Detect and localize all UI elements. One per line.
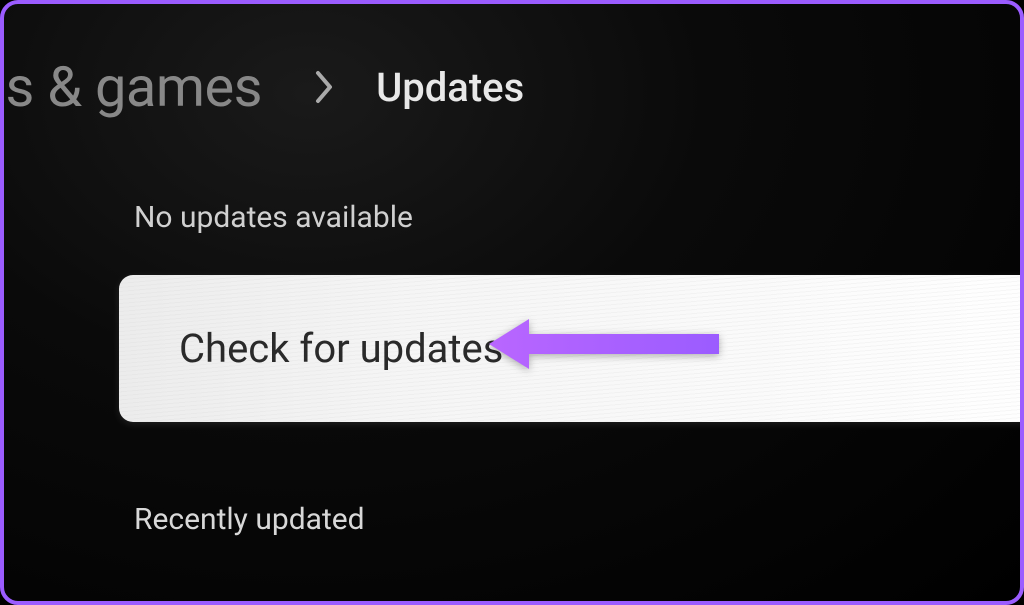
main-content: No updates available Check for updates R…	[4, 120, 1020, 537]
breadcrumb-parent[interactable]: os & games	[4, 54, 262, 120]
breadcrumb-current: Updates	[376, 64, 524, 111]
breadcrumb: os & games Updates	[4, 4, 1020, 120]
update-status-text: No updates available	[134, 200, 1020, 235]
screen-content: os & games Updates No updates available …	[4, 4, 1020, 601]
recently-updated-header: Recently updated	[134, 502, 1020, 537]
check-button-label: Check for updates	[179, 325, 503, 372]
check-for-updates-button[interactable]: Check for updates	[119, 275, 1020, 422]
chevron-right-icon	[312, 69, 336, 105]
